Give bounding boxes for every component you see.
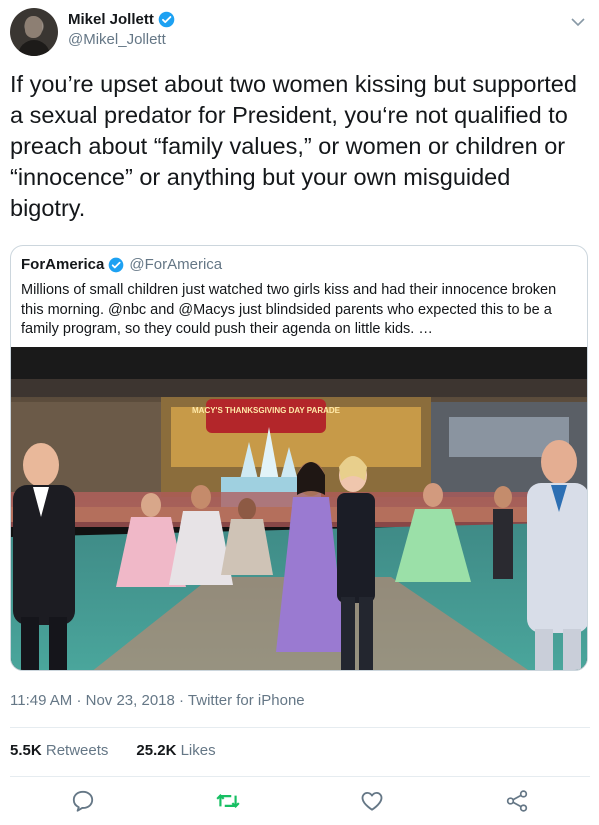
quoted-author-handle: @ForAmerica [129,256,223,273]
tweet-stats: 5.5K Retweets 25.2K Likes [10,742,216,759]
divider [10,776,590,777]
author-name[interactable]: Mikel Jollett [68,11,154,28]
verified-badge-icon [158,11,175,28]
action-bar [0,788,599,818]
like-icon[interactable] [359,788,385,814]
tweet-header: Mikel Jollett @Mikel_Jollett [10,8,590,58]
verified-badge-icon [109,257,124,272]
avatar[interactable] [10,8,58,56]
timestamp-link[interactable]: 11:49 AM · Nov 23, 2018 [10,692,175,709]
quoted-tweet[interactable]: ForAmerica @ForAmerica Millions of small… [10,245,588,671]
quoted-tweet-header: ForAmerica @ForAmerica [21,256,222,273]
retweets-stat[interactable]: 5.5K Retweets [10,742,108,759]
tweet-text: If you’re upset about two women kissing … [10,71,577,221]
divider [10,727,590,728]
parade-scene-image: MACY'S THANKSGIVING DAY PARADE [11,347,587,670]
author-handle[interactable]: @Mikel_Jollett [68,31,166,48]
quoted-author-name: ForAmerica [21,256,105,273]
source-link[interactable]: Twitter for iPhone [188,692,305,709]
author-name-row: Mikel Jollett [68,11,175,28]
chevron-down-icon[interactable] [570,14,586,30]
retweet-icon[interactable] [215,788,241,814]
share-icon[interactable] [504,788,530,814]
quoted-media[interactable]: MACY'S THANKSGIVING DAY PARADE [11,347,587,670]
parade-sign: MACY'S THANKSGIVING DAY PARADE [192,406,341,415]
quoted-tweet-text: Millions of small children just watched … [21,282,557,337]
reply-icon[interactable] [70,788,96,814]
tweet-meta: 11:49 AM · Nov 23, 2018 · Twitter for iP… [10,692,305,709]
likes-stat[interactable]: 25.2K Likes [136,742,215,759]
